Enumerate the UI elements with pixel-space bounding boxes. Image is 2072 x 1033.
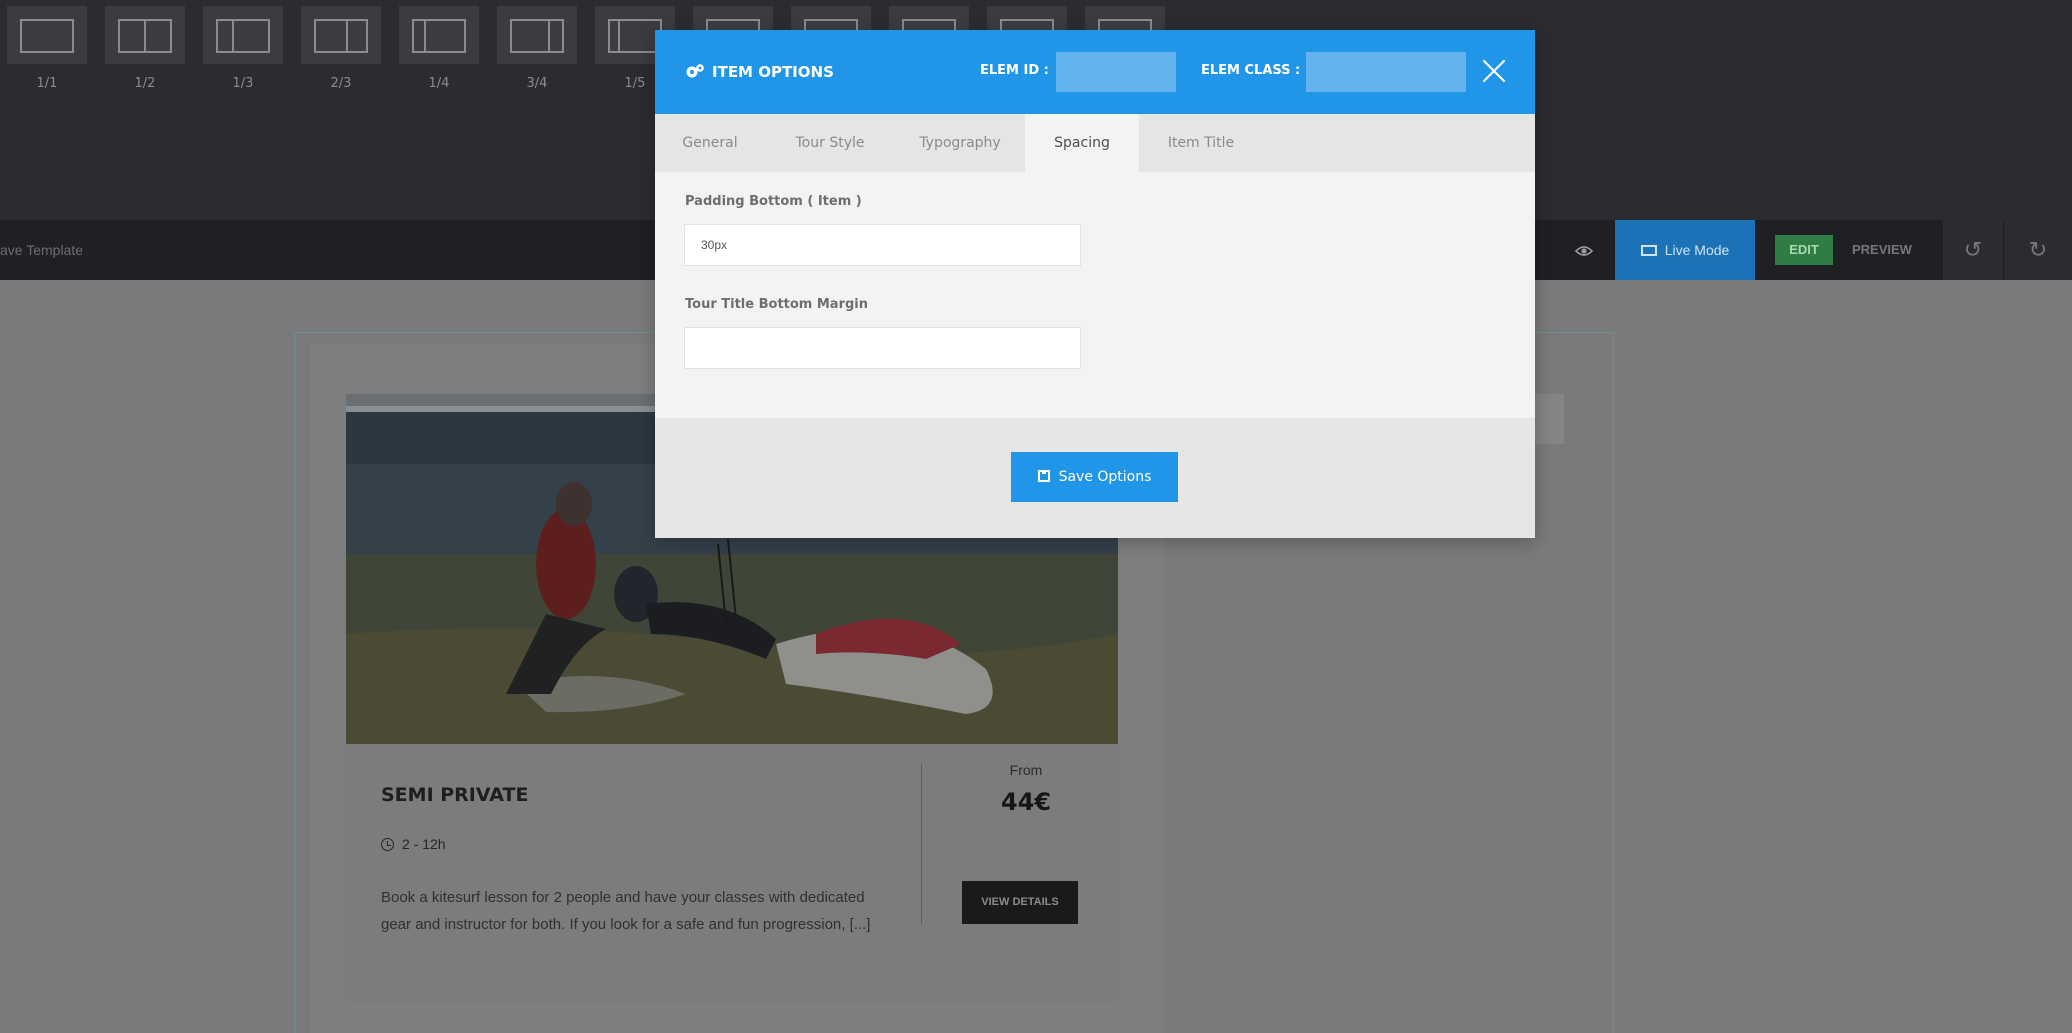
modal-footer: Save Options [655, 418, 1535, 538]
column-layout-3-4[interactable]: 3/4 [497, 6, 577, 91]
elem-id-field[interactable] [1056, 52, 1176, 92]
item-options-modal: ITEM OPTIONS ELEM ID : ELEM CLASS : Gene… [655, 30, 1535, 538]
tab-spacing[interactable]: Spacing [1025, 114, 1139, 172]
preview-mode-button[interactable]: PREVIEW [1852, 235, 1922, 265]
tab-typography[interactable]: Typography [895, 114, 1025, 172]
tour-duration-text: 2 - 12h [402, 836, 446, 852]
column-layout-1-1[interactable]: 1/1 [7, 6, 87, 91]
column-layout-label: 3/4 [526, 76, 548, 91]
padding-bottom-field[interactable] [684, 224, 1081, 266]
close-icon[interactable] [1482, 59, 1506, 83]
gears-icon [686, 64, 704, 78]
edit-mode-button[interactable]: EDIT [1775, 235, 1833, 265]
save-template-link[interactable]: ave Template [0, 242, 83, 258]
column-layout-icon [105, 6, 185, 64]
column-layout-label: 1/1 [36, 76, 58, 91]
modal-title-text: ITEM OPTIONS [712, 63, 834, 81]
padding-bottom-label: Padding Bottom ( Item ) [685, 194, 862, 209]
tab-item-title[interactable]: Item Title [1139, 114, 1263, 172]
live-mode-label: Live Mode [1664, 242, 1730, 258]
clock-icon [381, 838, 394, 851]
column-layout-label: 1/2 [134, 76, 156, 91]
tour-card-info: SEMI PRIVATE 2 - 12h Book a kitesurf les… [346, 744, 1118, 1002]
column-layout-icon [7, 6, 87, 64]
undo-icon[interactable]: ↺ [1943, 220, 2003, 280]
column-layout-1-4[interactable]: 1/4 [399, 6, 479, 91]
modal-header: ITEM OPTIONS ELEM ID : ELEM CLASS : [655, 30, 1535, 114]
tour-price: 44€ [1000, 788, 1052, 816]
tab-tour-style[interactable]: Tour Style [775, 114, 885, 172]
elem-class-field[interactable] [1306, 52, 1466, 92]
modal-tabs: General Tour Style Typography Spacing It… [655, 114, 1535, 172]
monitor-icon [1640, 245, 1657, 256]
tab-general[interactable]: General [655, 114, 765, 172]
tour-duration: 2 - 12h [381, 836, 446, 852]
tour-title-margin-field[interactable] [684, 327, 1081, 369]
price-from-label: From [1009, 762, 1043, 778]
modal-title: ITEM OPTIONS [685, 63, 834, 81]
column-layout-label: 2/3 [330, 76, 352, 91]
redo-icon[interactable]: ↻ [2004, 220, 2072, 280]
column-layout-icon [497, 6, 577, 64]
view-details-button[interactable]: VIEW DETAILS [962, 881, 1078, 924]
floppy-disk-icon [1037, 470, 1050, 482]
save-options-button[interactable]: Save Options [1011, 452, 1178, 502]
tour-description: Book a kitesurf lesson for 2 people and … [381, 889, 871, 933]
column-layout-1-2[interactable]: 1/2 [105, 6, 185, 91]
eye-icon[interactable] [1568, 220, 1600, 280]
column-layout-2-3[interactable]: 2/3 [301, 6, 381, 91]
column-layout-label: 1/4 [428, 76, 450, 91]
column-layout-icon [203, 6, 283, 64]
spacing-form: Padding Bottom ( Item ) Tour Title Botto… [655, 172, 1535, 448]
elem-class-label: ELEM CLASS : [1201, 63, 1301, 78]
save-options-label: Save Options [1058, 469, 1152, 485]
column-layout-icon [301, 6, 381, 64]
live-mode-button[interactable]: Live Mode [1615, 220, 1755, 280]
elem-id-label: ELEM ID : [980, 63, 1049, 78]
column-layout-1-3[interactable]: 1/3 [203, 6, 283, 91]
tour-title[interactable]: SEMI PRIVATE [381, 784, 528, 806]
divider [921, 764, 922, 924]
column-layout-icon [399, 6, 479, 64]
column-layout-label: 1/3 [232, 76, 254, 91]
tour-title-margin-label: Tour Title Bottom Margin [685, 297, 869, 312]
